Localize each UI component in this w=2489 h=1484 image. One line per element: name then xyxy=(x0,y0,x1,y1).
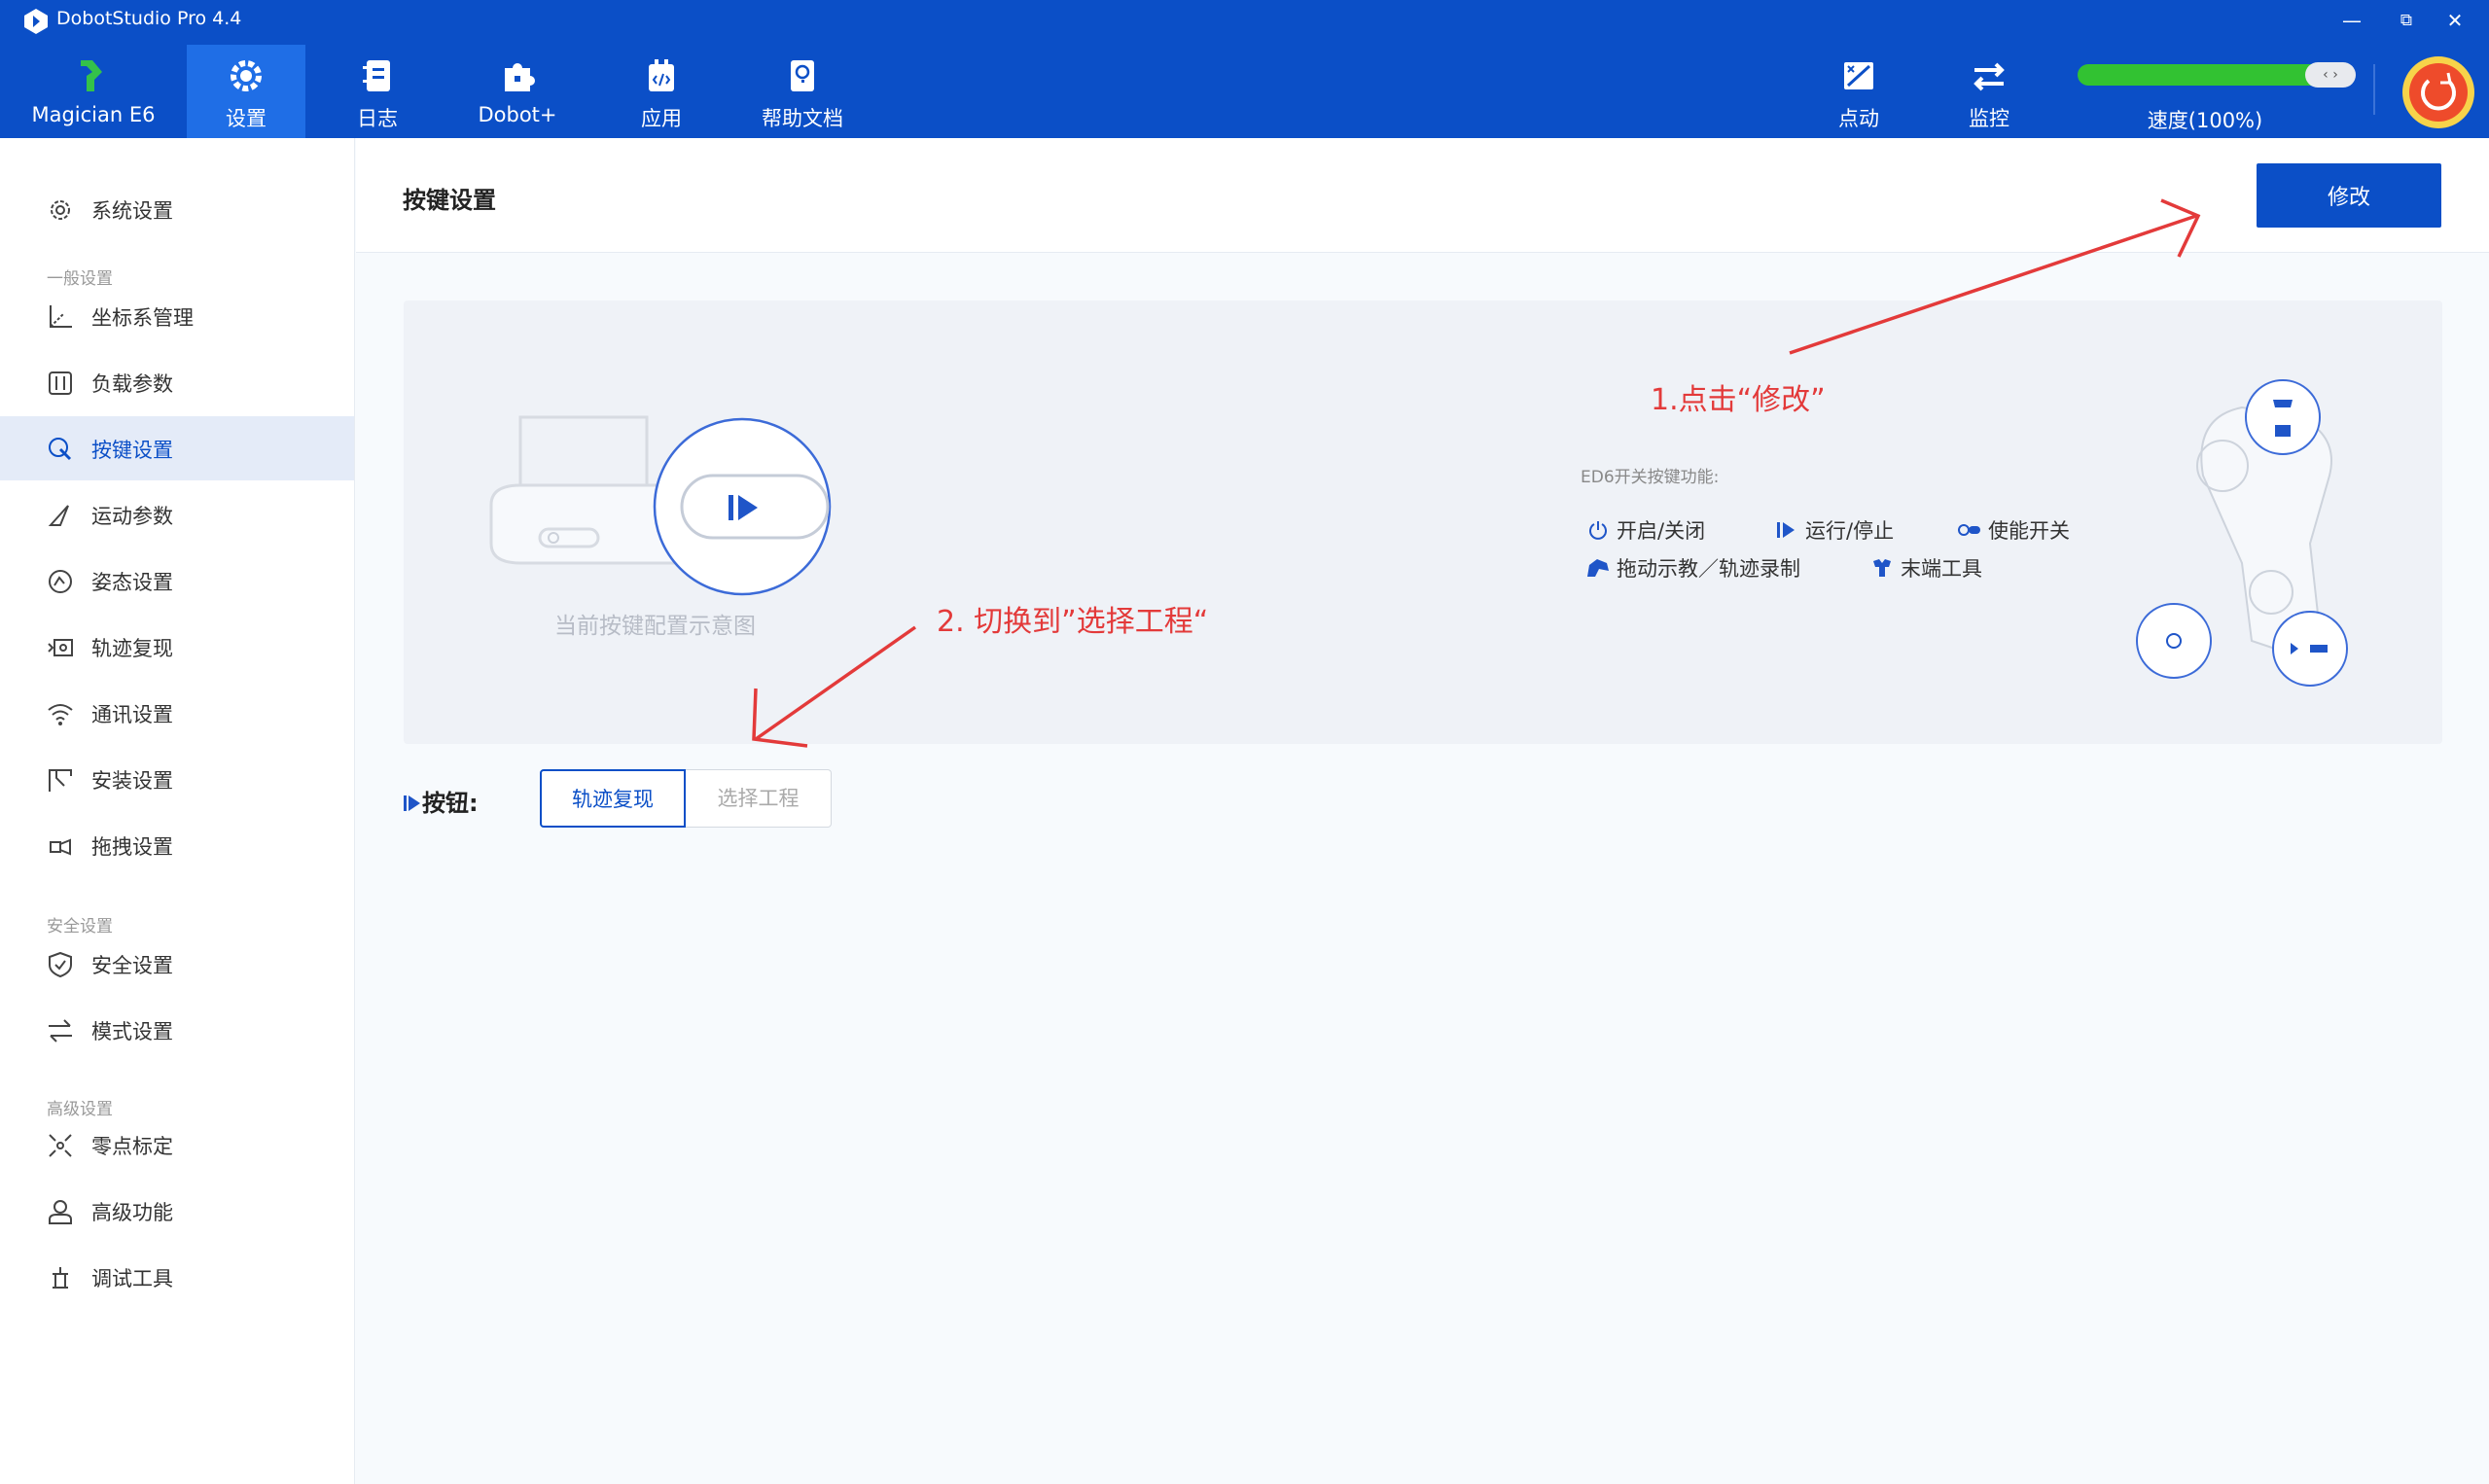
annotation-arrow-1 xyxy=(1789,214,2197,355)
annotation-arrows xyxy=(752,198,2201,748)
annotation-arrow-1-head xyxy=(2160,198,2201,258)
annotation-arrow-2 xyxy=(754,625,917,741)
annotation-arrow-2-head xyxy=(752,688,808,748)
